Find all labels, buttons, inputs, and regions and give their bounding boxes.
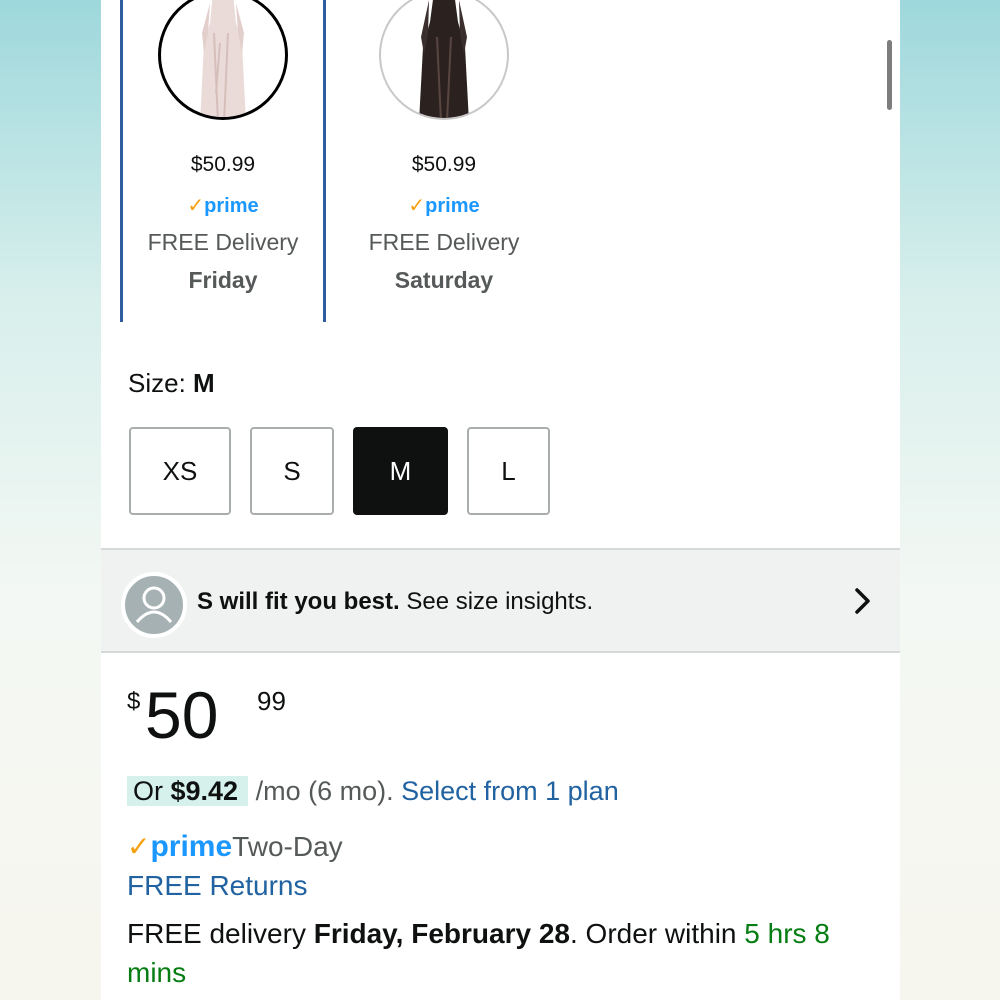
swatch-delivery-day: Saturday — [394, 267, 494, 293]
prime-shipping: ✓primeTwo-Day — [127, 830, 343, 864]
size-option-s[interactable]: S — [250, 427, 334, 515]
size-insight-banner[interactable]: S will fit you best. See size insights. — [101, 548, 900, 653]
price-fraction: 99 — [257, 686, 286, 716]
swatch-price: $50.99 — [190, 153, 256, 176]
avatar-icon — [121, 572, 187, 638]
prime-label: prime — [425, 195, 480, 217]
plan-term: /mo (6 mo). — [248, 776, 402, 806]
plan-or: Or — [133, 776, 171, 806]
prime-badge: ✓prime — [344, 193, 544, 218]
swatch-delivery: FREE Delivery — [368, 229, 520, 255]
size-selected-value: M — [193, 368, 215, 398]
size-label-prefix: Size: — [128, 368, 194, 398]
price-whole: 50 — [145, 678, 219, 752]
chevron-right-icon[interactable] — [853, 584, 875, 618]
swatch-delivery-day: Friday — [188, 267, 258, 293]
prime-badge: ✓prime — [123, 193, 323, 218]
insight-bold: S will fit you best. — [197, 588, 400, 615]
swatch-thumbnail — [158, 0, 288, 120]
scrollbar[interactable] — [887, 40, 892, 110]
swatch-thumbnail — [379, 0, 509, 120]
size-option-m[interactable]: M — [353, 427, 448, 515]
delivery-middle: . Order within — [569, 918, 745, 949]
size-insight-text: S will fit you best. See size insights. — [197, 588, 593, 616]
color-swatch-white[interactable]: $50.99 ✓prime FREE Delivery Friday — [120, 0, 326, 322]
delivery-prefix: FREE delivery — [127, 918, 314, 949]
prime-check-icon: ✓ — [127, 831, 151, 862]
free-returns-link[interactable]: FREE Returns — [127, 870, 308, 902]
prime-check-icon: ✓ — [187, 195, 205, 217]
installment-plan: Or $9.42 /mo (6 mo). Select from 1 plan — [127, 776, 619, 807]
dress-image — [200, 0, 246, 117]
swatch-delivery: FREE Delivery — [147, 229, 299, 255]
swatch-price: $50.99 — [411, 153, 477, 176]
installment-highlight: Or $9.42 — [127, 776, 249, 806]
color-swatch-black[interactable]: $50.99 ✓prime FREE Delivery Saturday — [344, 0, 544, 322]
prime-logo: prime — [150, 830, 233, 863]
plan-amount: $9.42 — [170, 776, 239, 806]
size-option-l[interactable]: L — [467, 427, 550, 515]
price-currency: $ — [127, 688, 141, 715]
product-page: $50.99 ✓prime FREE Delivery Friday $50.9… — [101, 0, 900, 1000]
size-label: Size: M — [128, 368, 215, 399]
delivery-estimate: FREE delivery Friday, February 28. Order… — [127, 914, 867, 992]
delivery-date: Friday, February 28 — [313, 918, 570, 949]
prime-two-day-label: Two-Day — [232, 831, 343, 862]
select-plan-link[interactable]: Select from 1 plan — [401, 776, 619, 806]
dress-image — [419, 0, 469, 118]
insight-rest: See size insights. — [399, 588, 594, 615]
size-option-xs[interactable]: XS — [129, 427, 231, 515]
prime-label: prime — [204, 195, 259, 217]
prime-check-icon: ✓ — [408, 195, 426, 217]
